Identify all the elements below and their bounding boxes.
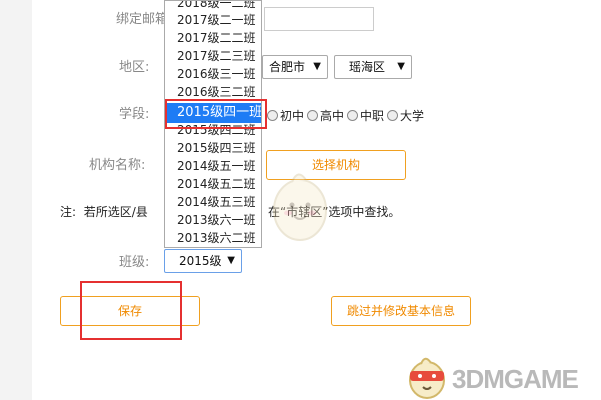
class-select[interactable]: 2015级 ▼ [164, 249, 242, 273]
chevron-down-icon: ▼ [227, 255, 235, 266]
dropdown-option[interactable]: 2017级二一班 [165, 12, 261, 29]
dropdown-option[interactable]: 2017级二三班 [165, 48, 261, 65]
stage-label: 学段: [119, 107, 150, 122]
email-field[interactable] [264, 7, 374, 31]
dropdown-option[interactable]: 2018级一二班 [165, 1, 261, 12]
dropdown-option[interactable]: 2017级二二班 [165, 30, 261, 47]
dropdown-option[interactable]: 2014级五一班 [165, 158, 261, 175]
district-select[interactable]: 瑶海区 ▼ [334, 55, 412, 79]
radio-label: 高中 [320, 108, 345, 123]
city-select[interactable]: 合肥市 ▼ [262, 55, 328, 79]
chevron-down-icon: ▼ [313, 61, 321, 72]
dropdown-option[interactable]: 2014级五三班 [165, 194, 261, 211]
dropdown-option[interactable]: 2013级六一班 [165, 212, 261, 229]
city-select-value: 合肥市 [269, 60, 306, 74]
skip-button[interactable]: 跳过并修改基本信息 [331, 296, 471, 326]
dropdown-option[interactable]: 2015级四三班 [165, 140, 261, 157]
radio-button[interactable] [307, 109, 319, 121]
radio-label: 大学 [400, 108, 425, 123]
note-prefix: 注: [60, 205, 77, 219]
3dmgame-logo-icon [409, 357, 445, 399]
class-label: 班级: [119, 255, 150, 270]
dropdown-option[interactable]: 2013级六二班 [165, 230, 261, 247]
org-label: 机构名称: [89, 158, 146, 173]
note-left: 若所选区/县 [83, 205, 148, 219]
radio-button[interactable] [267, 109, 278, 121]
note-text: 注: 若所选区/县 [60, 203, 148, 220]
mascot-watermark-icon [273, 173, 327, 241]
radio-label: 初中 [280, 108, 305, 123]
class-select-value: 2015级 [179, 254, 222, 268]
district-select-value: 瑶海区 [349, 60, 386, 74]
radio-button[interactable] [387, 109, 399, 121]
save-highlight-box [80, 281, 182, 340]
selected-option-highlight-box [165, 99, 267, 129]
watermark-text: 3DMGAME [452, 364, 579, 394]
chevron-down-icon: ▼ [397, 61, 405, 72]
radio-button[interactable] [347, 109, 359, 121]
dropdown-option[interactable]: 2014级五二班 [165, 176, 261, 193]
dropdown-option[interactable]: 2016级三一班 [165, 66, 261, 83]
stage-radio-group: 初中 高中 中职 大学 [264, 106, 424, 124]
radio-label: 中职 [360, 108, 385, 123]
region-label: 地区: [119, 60, 150, 75]
